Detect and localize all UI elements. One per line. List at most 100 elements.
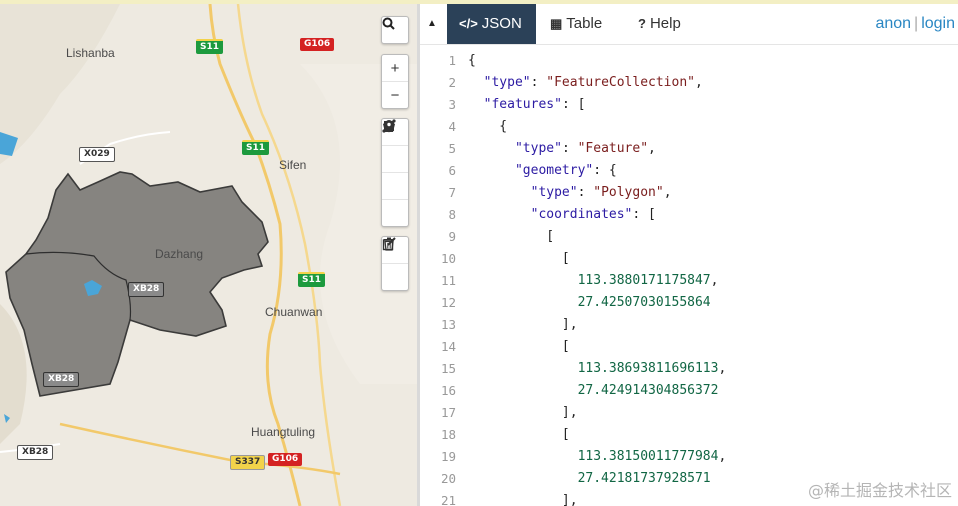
zoom-in-button[interactable]: + (382, 55, 408, 81)
code-line[interactable]: 15 113.38693811696113, (420, 358, 958, 380)
line-number: 16 (440, 383, 456, 398)
road-shield: G106 (300, 38, 335, 51)
draw-rectangle-icon[interactable] (382, 121, 408, 199)
road-shield: XB28 (17, 445, 54, 460)
draw-polygon-icon[interactable] (382, 120, 408, 172)
code-line[interactable]: 5 "type": "Feature", (420, 138, 958, 160)
zoom-out-button[interactable]: − (382, 81, 408, 108)
code-text: 113.38150011777984, (577, 449, 727, 464)
code-text: { (468, 119, 508, 134)
road-shield: S11 (298, 272, 326, 287)
road-shield: XB28 (43, 372, 80, 387)
code-text: 27.42507030155864 (577, 295, 711, 310)
code-text: { (468, 53, 476, 68)
code-line[interactable]: 7 "type": "Polygon", (420, 182, 958, 204)
map-view[interactable]: Lishanba Sifen Dazhang Chuanwan Huangtul… (0, 4, 417, 506)
code-line[interactable]: 9 [ (420, 226, 958, 248)
code-line[interactable]: 2 "type": "FeatureCollection", (420, 72, 958, 94)
tab-label: Help (649, 15, 681, 32)
code-line[interactable]: 14 [ (420, 336, 958, 358)
code-text: [ (468, 427, 570, 442)
code-line[interactable]: 1{ (420, 50, 958, 72)
line-number: 1 (448, 53, 456, 68)
line-number: 14 (440, 339, 456, 354)
line-number: 10 (440, 251, 456, 266)
line-number: 5 (448, 141, 456, 156)
place-label: Sifen (279, 158, 307, 172)
line-number: 8 (448, 207, 456, 222)
tab-json[interactable]: </> JSON (447, 4, 536, 44)
code-line[interactable]: 17 ], (420, 402, 958, 424)
code-line[interactable]: 3 "features": [ (420, 94, 958, 116)
zoom-control: + − (381, 54, 409, 109)
code-text: [ (468, 251, 570, 266)
tab-bar: ▲ </> JSON ▦ Table ? Help anon | login (420, 4, 958, 45)
edit-toolbar (381, 236, 409, 291)
code-text: 113.3880171175847, (577, 273, 719, 288)
draw-marker-icon[interactable] (382, 120, 408, 226)
line-number: 3 (448, 97, 456, 112)
code-text: "type": "FeatureCollection", (483, 75, 703, 90)
auth-separator: | (914, 15, 919, 32)
place-label: Chuanwan (265, 305, 323, 319)
delete-icon[interactable] (382, 237, 408, 290)
road-shield: X029 (79, 147, 115, 162)
json-editor[interactable]: 1{2 "type": "FeatureCollection", 3 "featu… (420, 50, 958, 506)
code-text: [ (468, 339, 570, 354)
code-line[interactable]: 16 27.424914304856372 (420, 380, 958, 402)
road-shield: XB28 (128, 282, 165, 297)
code-line[interactable]: 19 113.38150011777984, (420, 446, 958, 468)
collapse-triangle-icon[interactable]: ▲ (427, 18, 437, 29)
tab-table[interactable]: ▦ Table (538, 4, 614, 44)
code-line[interactable]: 4 { (420, 116, 958, 138)
tab-help[interactable]: ? Help (626, 4, 693, 44)
place-label: Dazhang (155, 247, 204, 261)
code-text: [ (468, 229, 555, 244)
line-number: 15 (440, 361, 456, 376)
table-icon: ▦ (550, 16, 563, 31)
search-icon[interactable] (382, 17, 408, 43)
code-line[interactable]: 8 "coordinates": [ (420, 204, 958, 226)
code-text: ], (468, 405, 578, 420)
line-number: 12 (440, 295, 456, 310)
code-text: 113.38693811696113, (577, 361, 727, 376)
line-number: 6 (448, 163, 456, 178)
anon-link[interactable]: anon (875, 15, 911, 32)
help-icon: ? (638, 16, 646, 31)
code-line[interactable]: 6 "geometry": { (420, 160, 958, 182)
line-number: 19 (440, 449, 456, 464)
watermark: @稀土掘金技术社区 (807, 481, 952, 500)
code-icon: </> (459, 16, 478, 31)
search-control (381, 16, 409, 44)
code-line[interactable]: 18 [ (420, 424, 958, 446)
place-label: Lishanba (66, 46, 115, 60)
tab-label: JSON (481, 15, 522, 32)
line-number: 17 (440, 405, 456, 420)
code-text: ], (468, 493, 578, 506)
road-shield: S11 (196, 39, 224, 54)
code-text: 27.424914304856372 (577, 383, 719, 398)
tab-label: Table (566, 15, 603, 32)
code-line[interactable]: 10 [ (420, 248, 958, 270)
code-text: 27.42181737928571 (577, 471, 711, 486)
line-number: 20 (440, 471, 456, 486)
code-line[interactable]: 11 113.3880171175847, (420, 270, 958, 292)
code-line[interactable]: 13 ], (420, 314, 958, 336)
line-number: 4 (448, 119, 456, 134)
road-shield: S11 (242, 140, 270, 155)
code-line[interactable]: 12 27.42507030155864 (420, 292, 958, 314)
map-canvas[interactable] (0, 4, 417, 506)
line-number: 21 (440, 493, 456, 506)
place-label: Huangtuling (251, 425, 316, 439)
road-shield: S337 (230, 455, 266, 470)
code-text: "geometry": { (514, 163, 617, 178)
auth-links: anon | login (875, 15, 955, 33)
code-text: "features": [ (483, 97, 586, 112)
login-link[interactable]: login (921, 15, 955, 32)
draw-toolbar (381, 118, 409, 227)
line-number: 18 (440, 427, 456, 442)
code-text: "type": "Feature", (514, 141, 656, 156)
road-shield: G106 (268, 453, 303, 466)
line-number: 13 (440, 317, 456, 332)
editor-panel: ▲ </> JSON ▦ Table ? Help anon | login 1{2 "t… (420, 4, 958, 506)
